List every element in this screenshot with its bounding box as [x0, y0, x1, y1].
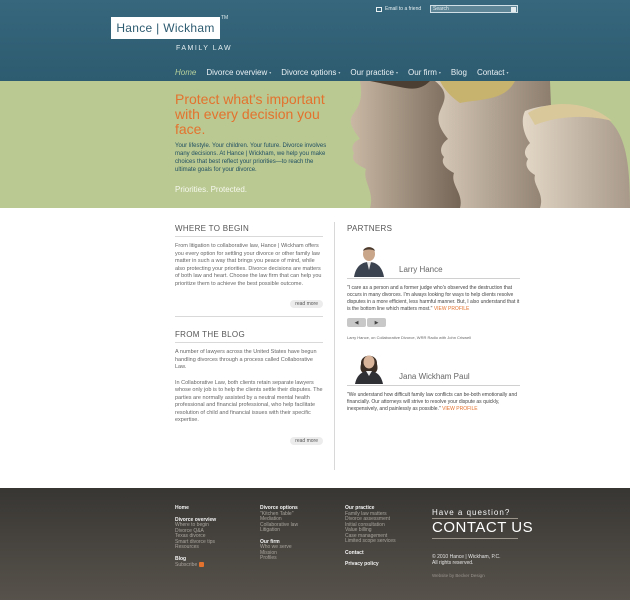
nav-blog[interactable]: Blog — [451, 68, 467, 77]
contact-us-button[interactable]: CONTACT US — [432, 519, 533, 536]
footer-subscribe-label: Subscribe — [175, 561, 198, 568]
footer-link[interactable]: Profiles — [260, 555, 298, 562]
partner-card: Jana Wickham Paul — [347, 350, 520, 386]
divider — [175, 342, 323, 343]
audio-caption: Larry Hance, on Collaborative Divorce, W… — [347, 335, 472, 340]
partner-photo[interactable] — [349, 350, 389, 384]
nav-our-firm[interactable]: Our firm ▾ — [408, 68, 441, 77]
partner-photo[interactable] — [349, 243, 389, 277]
partner-name: Larry Hance — [399, 265, 443, 274]
nav-blog-label: Blog — [450, 67, 467, 77]
partner-quote-text: "We understand how difficult family law … — [347, 392, 518, 412]
nav-divorce-overview-label: Divorce overview — [206, 67, 268, 77]
footer-link[interactable]: Limited scope services — [345, 538, 396, 545]
view-profile-link[interactable]: VIEW PROFILE — [434, 306, 470, 312]
blog-section: FROM THE BLOG A number of lawyers across… — [175, 330, 323, 447]
site-footer — [0, 488, 630, 600]
copyright: © 2010 Hance | Wickham, P.C. All rights … — [432, 554, 501, 566]
next-button[interactable]: ▶ — [367, 318, 386, 327]
partner-name: Jana Wickham Paul — [399, 372, 470, 381]
hero-headline: Protect what's important with every deci… — [175, 91, 325, 137]
divider — [347, 278, 520, 279]
where-to-begin-title: WHERE TO BEGIN — [175, 224, 250, 233]
chevron-down-icon: ▾ — [269, 69, 272, 75]
divider — [175, 236, 323, 237]
blog-read-more-button[interactable]: read more — [290, 436, 323, 445]
search-submit-icon[interactable] — [511, 6, 516, 12]
main-nav: Home Divorce overview ▾ Divorce options ▾ … — [175, 67, 519, 77]
logo-subtitle: FAMILY LAW — [176, 45, 233, 52]
where-to-begin-section: WHERE TO BEGIN From litigation to collab… — [175, 224, 323, 317]
column-divider — [334, 222, 335, 470]
logo-text: Hance | Wickham — [116, 21, 215, 35]
blog-title: FROM THE BLOG — [175, 330, 245, 339]
partner-card: Larry Hance — [347, 243, 520, 279]
share-icon — [376, 6, 382, 12]
footer-link-privacy[interactable]: Privacy policy — [345, 561, 396, 568]
partners-title: PARTNERS — [347, 224, 393, 233]
nav-home-label: Home — [175, 67, 197, 77]
hero-banner: Protect what's important with every deci… — [0, 81, 630, 208]
partner-quote: "I care as a person and a former judge w… — [347, 285, 520, 313]
nav-contact[interactable]: Contact ▾ — [477, 68, 509, 77]
blog-text-2: In Collaborative Law, both clients retai… — [175, 379, 323, 424]
nav-our-practice[interactable]: Our practice ▾ — [350, 68, 398, 77]
readmore-row: read more — [175, 292, 323, 310]
copyright-line-2: All rights reserved. — [432, 560, 474, 566]
logo[interactable]: Hance | Wickham — [111, 17, 220, 39]
email-friend-label: Email to a friend — [385, 6, 422, 12]
prev-button[interactable]: ◀ — [347, 318, 366, 327]
nav-divorce-options-label: Divorce options — [281, 67, 337, 77]
designer-credit-link[interactable]: Website by Becker Design — [432, 573, 485, 578]
divider — [432, 538, 518, 539]
nav-contact-label: Contact — [476, 67, 505, 77]
hero-tagline: Priorities. Protected. — [175, 185, 248, 194]
search-box — [430, 5, 518, 13]
partner-quote: "We understand how difficult family law … — [347, 392, 520, 413]
divider — [175, 316, 323, 317]
email-friend-link[interactable]: Email to a friend — [376, 6, 421, 12]
footer-subscribe-link[interactable]: Subscribe — [175, 562, 216, 568]
readmore-row: read more — [175, 429, 323, 447]
nav-home[interactable]: Home — [175, 68, 196, 77]
site-header: Hance | Wickham TM FAMILY LAW Email to a… — [0, 0, 630, 81]
nav-divorce-overview[interactable]: Divorce overview ▾ — [206, 68, 271, 77]
nav-our-practice-label: Our practice — [350, 67, 394, 77]
search-input[interactable] — [431, 6, 511, 12]
chevron-down-icon: ▾ — [506, 69, 509, 75]
cta-question: Have a question? — [432, 508, 511, 517]
chevron-down-icon: ▾ — [396, 69, 399, 75]
chevron-down-icon: ▾ — [438, 69, 441, 75]
hero-body: Your lifestyle. Your children. Your futu… — [175, 143, 327, 173]
footer-col-1: Home Divorce overview Where to begin Div… — [175, 505, 216, 568]
footer-col-2: Divorce options "Kitchen Table" Mediatio… — [260, 505, 298, 562]
nav-our-firm-label: Our firm — [408, 67, 437, 77]
read-more-button[interactable]: read more — [290, 300, 323, 308]
rss-icon — [199, 562, 205, 567]
chevron-down-icon: ▾ — [338, 69, 341, 75]
audio-controls: ◀ ▶ — [347, 318, 520, 327]
family-profile-image — [340, 81, 630, 208]
blog-text-1: A number of lawyers across the United St… — [175, 349, 317, 370]
logo-trademark: TM — [221, 15, 229, 21]
view-profile-link[interactable]: VIEW PROFILE — [442, 406, 478, 412]
footer-col-3: Our practice Family law matters Divorce … — [345, 505, 396, 568]
where-to-begin-text: From litigation to collaborative law, Ha… — [175, 243, 322, 287]
nav-divorce-options[interactable]: Divorce options ▾ — [281, 68, 340, 77]
partners-section: PARTNERS Larry Hance "I care as a person… — [347, 224, 520, 413]
divider — [347, 385, 520, 386]
